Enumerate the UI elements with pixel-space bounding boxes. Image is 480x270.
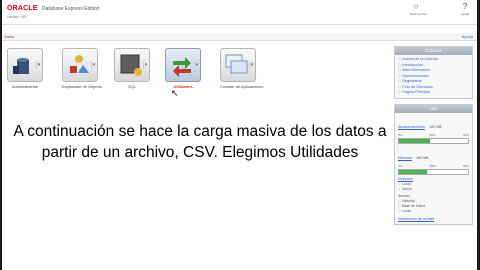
links-panel: Enlaces Acerca de la Licencia Introducci… <box>394 46 473 99</box>
creador-icon[interactable]: ▾ <box>220 48 256 82</box>
help-icon[interactable]: ? Ayuda <box>459 3 471 17</box>
app-creador-aplicaciones[interactable]: ▾ Creador de Aplicaciones <box>220 48 264 89</box>
storage-bar <box>398 137 469 144</box>
panel-header: Enlaces <box>395 47 472 55</box>
nav-bar: Inicio Ayuda <box>2 33 477 41</box>
divider <box>2 24 477 25</box>
app-label: SQL <box>127 84 136 89</box>
storage-link[interactable]: Almacenamiento <box>398 125 425 129</box>
chevron-down-icon: ▾ <box>36 61 41 69</box>
sql-sheet-icon <box>120 54 142 76</box>
administracion-icon[interactable]: ▾ <box>7 48 43 82</box>
home-link[interactable]: Inicio <box>5 34 14 39</box>
app-label: Administración <box>11 84 39 89</box>
mouse-cursor-icon: ↖ <box>171 88 179 98</box>
chevron-down-icon: ▾ <box>194 61 199 69</box>
app-administracion[interactable]: ▾ Administración <box>7 48 43 89</box>
chevron-down-icon: ▾ <box>249 61 254 69</box>
app-sql[interactable]: ▾ SQL <box>114 48 150 89</box>
utilidades-icon[interactable]: ▾ <box>165 48 201 82</box>
user-line: Usuario: HR <box>7 15 27 19</box>
storage-value: 100 MB <box>429 124 442 129</box>
help-link[interactable]: Ayuda <box>462 34 473 39</box>
panel-header: Uso <box>395 104 472 113</box>
transfer-icon <box>173 57 191 77</box>
app-label: Creador de Aplicaciones <box>220 84 264 89</box>
windows-icon <box>225 54 248 74</box>
app-utilidades[interactable]: ▾ Utilidades <box>165 48 201 89</box>
memory-fill <box>399 169 427 174</box>
objects-icon <box>70 55 89 73</box>
memory-bar <box>398 168 469 175</box>
app-label: Explorador de Objetos <box>62 84 102 89</box>
memory-link[interactable]: Memoria <box>398 156 412 160</box>
app-header: ORACLE Database Express Edition ○ Descon… <box>2 0 477 24</box>
footer-link[interactable]: Información de la base <box>398 217 469 222</box>
chevron-down-icon: ▾ <box>91 61 96 69</box>
storage-fill <box>399 138 431 143</box>
explorador-icon[interactable]: ▾ <box>62 48 98 82</box>
oracle-logo: ORACLE <box>7 5 38 12</box>
right-column: Enlaces Acerca de la Licencia Introducci… <box>394 46 473 270</box>
chevron-down-icon: ▾ <box>143 61 148 69</box>
screen-edge <box>0 0 2 270</box>
access-option[interactable]: Local <box>398 209 469 214</box>
memory-value: 480 MB <box>416 155 429 160</box>
sql-icon[interactable]: ▾ <box>114 48 150 82</box>
session-option[interactable]: Activa <box>398 187 469 192</box>
task-link[interactable]: Página Principal <box>398 90 469 96</box>
usage-panel: Uso Almacenamiento 100 MB 0% 80% 90% Memor… <box>394 103 473 225</box>
bar-scale: 0% 80% 90% <box>398 163 469 168</box>
app-explorador-objetos[interactable]: ▾ Explorador de Objetos <box>62 48 102 89</box>
logout-icon[interactable]: ○ Desconectar <box>410 3 427 17</box>
product-name: Database Express Edition <box>42 6 100 12</box>
screen: ORACLE Database Express Edition ○ Descon… <box>0 0 480 270</box>
database-icon <box>13 58 29 74</box>
bar-scale: 0% 80% 90% <box>398 132 469 137</box>
caption-text: A continuación se hace la carga masiva d… <box>13 123 387 161</box>
